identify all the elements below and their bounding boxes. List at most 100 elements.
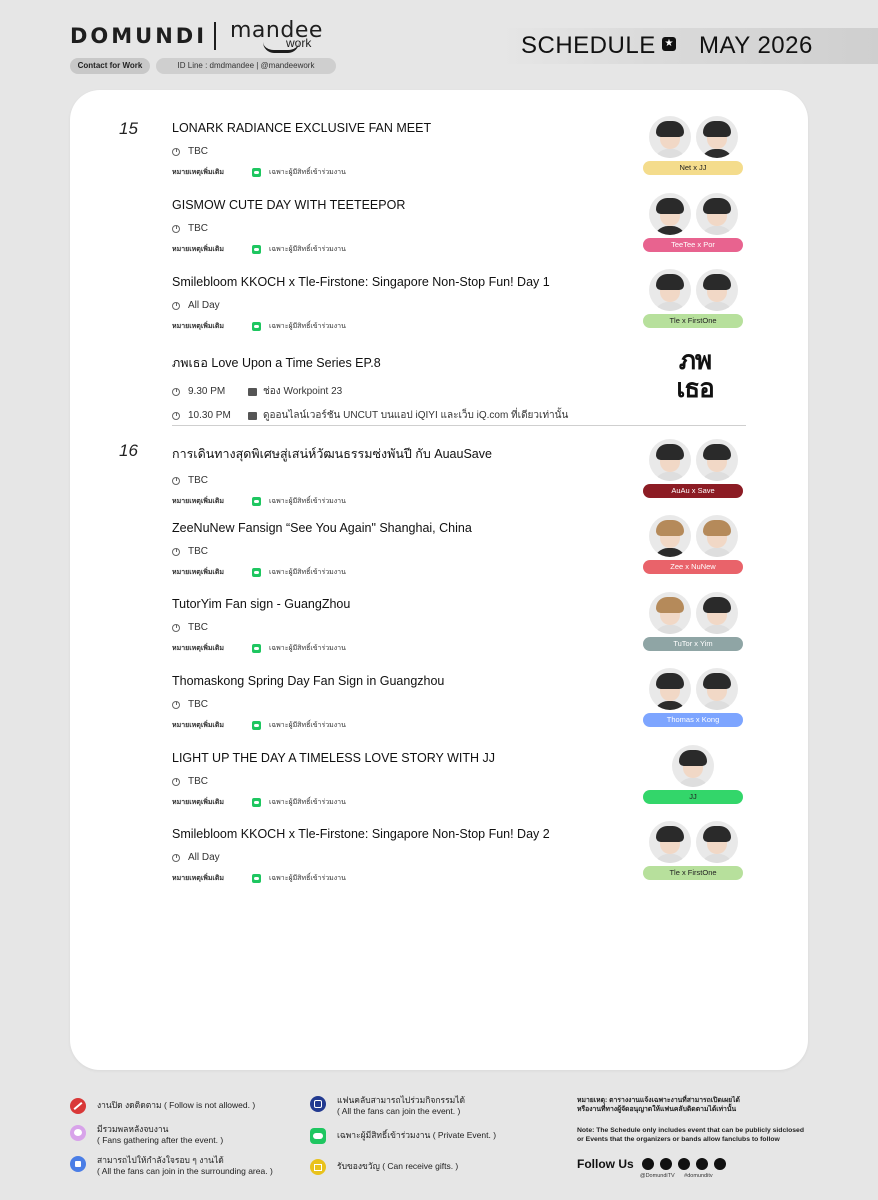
line-icon (252, 568, 261, 577)
note-label: หมายเหตุเพิ่มเติม (172, 799, 224, 806)
avatar (695, 193, 738, 235)
schedule-title: SCHEDULE (521, 32, 656, 59)
artist-pill: JJ (643, 790, 743, 804)
line-icon (252, 721, 261, 730)
gift-icon (310, 1159, 326, 1175)
footnote-english: Note: The Schedule only includes event t… (577, 1127, 804, 1143)
youtube-icon[interactable] (696, 1158, 708, 1170)
facebook-icon[interactable] (678, 1158, 690, 1170)
event-item[interactable]: Smilebloom KKOCH x Tle-Firstone: Singapo… (172, 827, 632, 884)
clock-icon (172, 547, 180, 556)
event-title: การเดินทางสุดพิเศษสู่เสน่ห์วัฒนธรรมซ่งพั… (172, 447, 492, 461)
legend-item-surrounding-area: สามารถไปให้กำลังใจรอบ ๆ งานได้( All the … (70, 1155, 273, 1176)
note-label: หมายเหตุเพิ่มเติม (172, 569, 224, 576)
schedule-month: MAY 2026 (699, 32, 813, 59)
avatar (648, 116, 691, 158)
star-icon: ★ (662, 37, 676, 51)
broadcast-channel: ดูออนไลน์เวอร์ชัน UNCUT บนแอป iQIYI และเ… (263, 410, 569, 421)
event-time: TBC (188, 776, 208, 787)
clock-icon (172, 476, 180, 485)
day-divider (172, 425, 746, 426)
day-number: 15 (119, 119, 138, 138)
private-label: เฉพาะผู้มีสิทธิ์เข้าร่วมงาน (269, 569, 346, 576)
private-label: เฉพาะผู้มีสิทธิ์เข้าร่วมงาน (269, 498, 346, 505)
artist-group: Tle x FirstOne (643, 821, 743, 880)
line-icon (252, 245, 261, 254)
day-number: 16 (119, 441, 138, 460)
artist-group: TuTor x Yim (643, 592, 743, 651)
note-label: หมายเหตุเพิ่มเติม (172, 169, 224, 176)
artist-pill: TeeTee x Por (643, 238, 743, 252)
logo-divider (214, 22, 216, 50)
avatar (695, 269, 738, 311)
private-label: เฉพาะผู้มีสิทธิ์เข้าร่วมงาน (269, 323, 346, 330)
clock-icon (172, 853, 180, 862)
event-title: ZeeNuNew Fansign “See You Again" Shangha… (172, 521, 472, 535)
tiktok-icon[interactable] (714, 1158, 726, 1170)
series-logo: ภพ เธอ (676, 346, 714, 404)
chat-bubble-icon (70, 1125, 86, 1141)
no-entry-icon (70, 1098, 86, 1114)
avatar (695, 668, 738, 710)
artist-pill: Tle x FirstOne (643, 866, 743, 880)
event-title: Smilebloom KKOCH x Tle-Firstone: Singapo… (172, 275, 550, 289)
artist-pill: AuAu x Save (643, 484, 743, 498)
follow-us-label: Follow Us (577, 1157, 634, 1171)
artist-pill: Zee x NuNew (643, 560, 743, 574)
note-label: หมายเหตุเพิ่มเติม (172, 722, 224, 729)
clock-icon (172, 147, 180, 156)
private-label: เฉพาะผู้มีสิทธิ์เข้าร่วมงาน (269, 169, 346, 176)
social-handles: @DomundiTV #domunditv (640, 1173, 713, 1179)
clock-icon (172, 411, 180, 420)
event-item[interactable]: TutorYim Fan sign - GuangZhou TBC หมายเห… (172, 597, 632, 654)
thumbs-up-icon (70, 1156, 86, 1172)
clock-icon (172, 387, 180, 396)
event-item[interactable]: ZeeNuNew Fansign “See You Again" Shangha… (172, 521, 632, 578)
footnote-thai: หมายเหตุ: ตารางงานแจ้งเฉพาะงานที่สามารถเ… (577, 1097, 740, 1113)
note-label: หมายเหตุเพิ่มเติม (172, 498, 224, 505)
avatar (648, 821, 691, 863)
legend-item-join-event: แฟนคลับสามารถไปร่วมกิจกรรมได้( All the f… (310, 1095, 465, 1116)
event-time: TBC (188, 475, 208, 486)
event-title: GISMOW CUTE DAY WITH TEETEEPOR (172, 198, 406, 212)
event-time: TBC (188, 146, 208, 157)
broadcast-time: 10.30 PM (188, 410, 231, 421)
contact-for-work-button[interactable]: Contact for Work (70, 58, 150, 74)
avatar (695, 592, 738, 634)
event-item[interactable]: GISMOW CUTE DAY WITH TEETEEPOR TBC หมายเ… (172, 198, 632, 255)
line-icon (252, 874, 261, 883)
artist-group: Zee x NuNew (643, 515, 743, 574)
instagram-icon[interactable] (642, 1158, 654, 1170)
clock-icon (172, 777, 180, 786)
event-title: ภพเธอ Love Upon a Time Series EP.8 (172, 356, 381, 370)
avatar (695, 515, 738, 557)
clock-icon (172, 700, 180, 709)
event-item[interactable]: Thomaskong Spring Day Fan Sign in Guangz… (172, 674, 632, 731)
tv-icon (248, 387, 257, 396)
line-icon (252, 322, 261, 331)
private-label: เฉพาะผู้มีสิทธิ์เข้าร่วมงาน (269, 875, 346, 882)
event-item[interactable]: ภพเธอ Love Upon a Time Series EP.8 9.30 … (172, 353, 632, 423)
event-item[interactable]: LONARK RADIANCE EXCLUSIVE FAN MEET TBC ห… (172, 121, 632, 178)
event-item[interactable]: การเดินทางสุดพิเศษสู่เสน่ห์วัฒนธรรมซ่งพั… (172, 444, 632, 507)
event-item[interactable]: Smilebloom KKOCH x Tle-Firstone: Singapo… (172, 275, 632, 332)
id-line-badge: ID Line : dmdmandee | @mandeework (156, 58, 336, 74)
artist-group: AuAu x Save (643, 439, 743, 498)
header: DOMUNDI mandee work Contact for Work ID … (0, 0, 878, 90)
mandee-logo-sub: work (286, 36, 312, 50)
private-label: เฉพาะผู้มีสิทธิ์เข้าร่วมงาน (269, 645, 346, 652)
event-time: All Day (188, 300, 220, 311)
camera-icon (248, 411, 257, 420)
event-title: LIGHT UP THE DAY A TIMELESS LOVE STORY W… (172, 751, 496, 765)
event-item[interactable]: LIGHT UP THE DAY A TIMELESS LOVE STORY W… (172, 751, 632, 808)
clock-icon (172, 301, 180, 310)
artist-pill: Tle x FirstOne (643, 314, 743, 328)
avatar (648, 668, 691, 710)
legend-item-follow-not-allowed: งานปิด งดติดตาม ( Follow is not allowed.… (70, 1097, 255, 1114)
clock-icon (172, 224, 180, 233)
note-label: หมายเหตุเพิ่มเติม (172, 246, 224, 253)
line-icon (252, 497, 261, 506)
broadcast-channel: ช่อง Workpoint 23 (263, 386, 343, 397)
x-icon[interactable] (660, 1158, 672, 1170)
line-icon (252, 644, 261, 653)
